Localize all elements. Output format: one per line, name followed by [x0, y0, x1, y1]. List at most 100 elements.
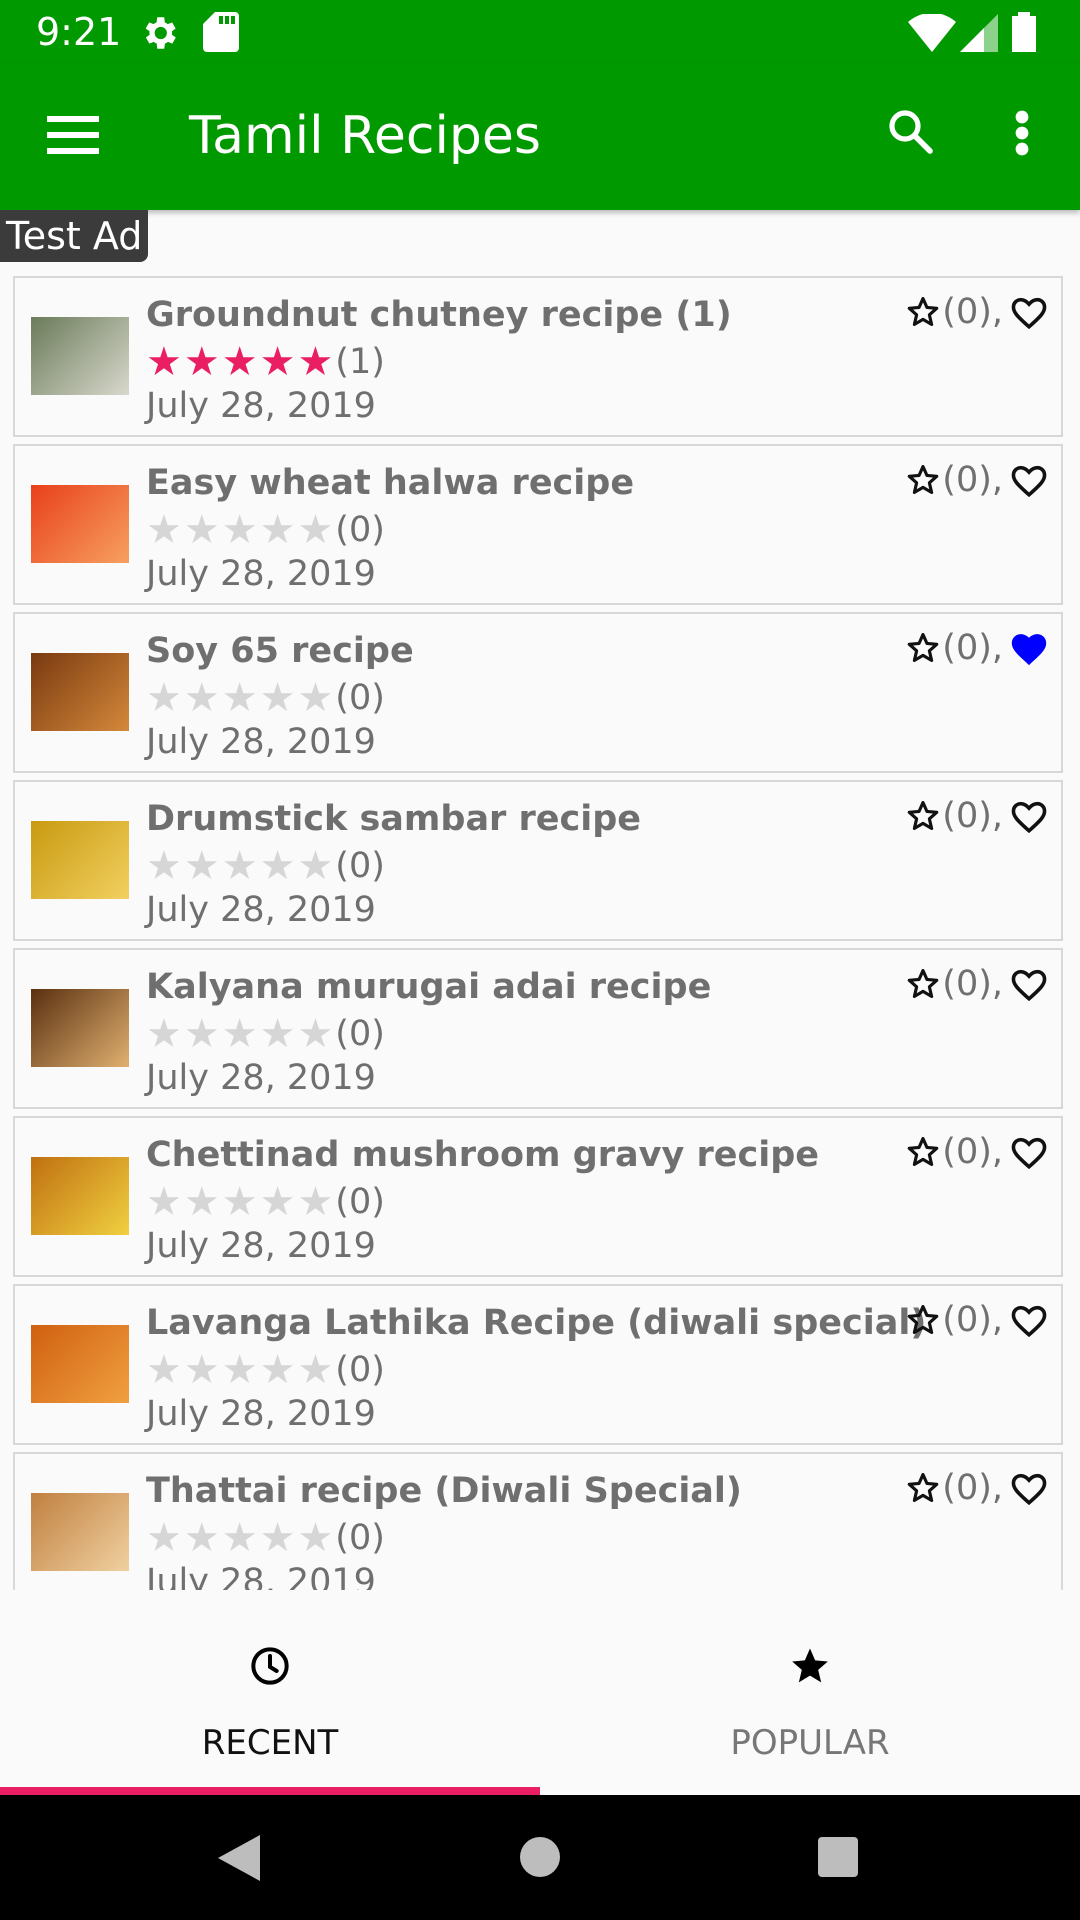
recents-button[interactable]: [818, 1837, 858, 1882]
recipe-card[interactable]: Kalyana murugai adai recipe ★★★★★ (0) July …: [13, 948, 1063, 1109]
test-ad-label[interactable]: Test Ad: [0, 210, 149, 262]
rating-row: ★★★★★ (0): [146, 1517, 385, 1559]
favorite-count: (0),: [942, 1300, 1003, 1340]
tab-popular-label: POPULAR: [730, 1723, 890, 1763]
status-bar: 9:21: [0, 0, 1080, 63]
favorite-count: (0),: [942, 292, 1003, 332]
favorite-controls: (0),: [906, 628, 1049, 668]
recipe-card[interactable]: Groundnut chutney recipe (1) ★★★★★ (1) July…: [13, 276, 1063, 437]
heart-outline-icon[interactable]: [1009, 1470, 1049, 1506]
heart-outline-icon[interactable]: [1009, 966, 1049, 1002]
heart-outline-icon[interactable]: [1009, 1134, 1049, 1170]
rating-stars: ★★★★★: [146, 509, 335, 551]
rating-star-icon: ★: [221, 1516, 260, 1560]
rating-star-icon: ★: [297, 1348, 336, 1392]
tab-indicator: [0, 1787, 540, 1795]
recipe-card[interactable]: Drumstick sambar recipe ★★★★★ (0) July 28, …: [13, 780, 1063, 941]
tab-popular[interactable]: POPULAR: [540, 1590, 1080, 1795]
recipe-title: Soy 65 recipe: [146, 631, 414, 671]
recipe-card[interactable]: Thattai recipe (Diwali Special) ★★★★★ (0) J…: [13, 1452, 1063, 1590]
recipe-thumbnail: [31, 317, 129, 395]
recipe-card[interactable]: Lavanga Lathika Recipe (diwali special) ★…: [13, 1284, 1063, 1445]
rating-star-icon: ★: [146, 844, 184, 888]
rating-star-icon: ★: [297, 340, 336, 384]
rating-count: (0): [335, 678, 385, 718]
rating-star-icon: ★: [146, 1012, 184, 1056]
recipe-date: July 28, 2019: [146, 1058, 376, 1098]
recipe-card[interactable]: Chettinad mushroom gravy recipe ★★★★★ (0) J…: [13, 1116, 1063, 1277]
recipe-date: July 28, 2019: [146, 890, 376, 930]
app-bar: Tamil Recipes: [0, 63, 1080, 210]
recipe-title: Thattai recipe (Diwali Special): [146, 1471, 742, 1511]
rating-star-icon: ★: [221, 844, 260, 888]
star-outline-icon[interactable]: [906, 1135, 940, 1169]
rating-row: ★★★★★ (0): [146, 509, 385, 551]
back-button[interactable]: [218, 1835, 260, 1886]
recipe-title: Groundnut chutney recipe (1): [146, 295, 732, 335]
recipe-date: July 28, 2019: [146, 1394, 376, 1434]
more-vertical-icon: [1015, 110, 1029, 161]
home-button[interactable]: [520, 1837, 560, 1882]
rating-star-icon: ★: [259, 1348, 298, 1392]
recipe-title: Kalyana murugai adai recipe: [146, 967, 712, 1007]
system-nav-bar: [0, 1795, 1080, 1920]
favorite-controls: (0),: [906, 964, 1049, 1004]
rating-star-icon: ★: [221, 1012, 260, 1056]
heart-outline-icon[interactable]: [1009, 294, 1049, 330]
menu-button[interactable]: [36, 107, 110, 167]
rating-star-icon: ★: [183, 340, 222, 384]
clock-icon: [250, 1646, 290, 1691]
recipe-thumbnail: [31, 989, 129, 1067]
search-button[interactable]: [880, 103, 940, 163]
tab-recent[interactable]: RECENT: [0, 1590, 540, 1795]
favorite-count: (0),: [942, 964, 1003, 1004]
star-outline-icon[interactable]: [906, 1303, 940, 1337]
star-outline-icon[interactable]: [906, 1471, 940, 1505]
rating-star-icon: ★: [259, 1012, 298, 1056]
star-outline-icon[interactable]: [906, 967, 940, 1001]
recipe-thumbnail: [31, 653, 129, 731]
rating-star-icon: ★: [146, 676, 184, 720]
rating-row: ★★★★★ (1): [146, 341, 385, 383]
favorite-count: (0),: [942, 1468, 1003, 1508]
rating-row: ★★★★★ (0): [146, 845, 385, 887]
rating-star-icon: ★: [146, 340, 184, 384]
recipe-thumbnail: [31, 1157, 129, 1235]
favorite-controls: (0),: [906, 1132, 1049, 1172]
heart-filled-icon[interactable]: [1009, 630, 1049, 666]
star-outline-icon[interactable]: [906, 463, 940, 497]
recipe-date: July 28, 2019: [146, 722, 376, 762]
recipe-thumbnail: [31, 1325, 129, 1403]
star-outline-icon[interactable]: [906, 295, 940, 329]
favorite-count: (0),: [942, 460, 1003, 500]
favorite-count: (0),: [942, 796, 1003, 836]
rating-star-icon: ★: [183, 1348, 222, 1392]
recipe-title: Lavanga Lathika Recipe (diwali special): [146, 1303, 927, 1343]
star-outline-icon[interactable]: [906, 799, 940, 833]
recipe-date: July 28, 2019: [146, 386, 376, 426]
signal-icon: [960, 14, 998, 57]
rating-count: (0): [335, 1350, 385, 1390]
overflow-menu-button[interactable]: [1000, 103, 1044, 167]
recipe-card[interactable]: Easy wheat halwa recipe ★★★★★ (0) July 28, …: [13, 444, 1063, 605]
rating-star-icon: ★: [146, 1180, 184, 1224]
rating-star-icon: ★: [297, 844, 336, 888]
rating-count: (0): [335, 1182, 385, 1222]
rating-star-icon: ★: [259, 1180, 298, 1224]
hamburger-menu-icon: [47, 115, 99, 159]
rating-stars: ★★★★★: [146, 1181, 335, 1223]
rating-star-icon: ★: [297, 1012, 336, 1056]
rating-star-icon: ★: [183, 844, 222, 888]
favorite-controls: (0),: [906, 796, 1049, 836]
heart-outline-icon[interactable]: [1009, 1302, 1049, 1338]
rating-star-icon: ★: [297, 1180, 336, 1224]
recipe-list[interactable]: Groundnut chutney recipe (1) ★★★★★ (1) July…: [0, 276, 1080, 1590]
recipe-card[interactable]: Soy 65 recipe ★★★★★ (0) July 28, 2019 (0),: [13, 612, 1063, 773]
rating-count: (0): [335, 510, 385, 550]
favorite-count: (0),: [942, 1132, 1003, 1172]
rating-star-icon: ★: [146, 1348, 184, 1392]
star-outline-icon[interactable]: [906, 631, 940, 665]
heart-outline-icon[interactable]: [1009, 462, 1049, 498]
heart-outline-icon[interactable]: [1009, 798, 1049, 834]
recipe-date: July 28, 2019: [146, 1562, 376, 1590]
